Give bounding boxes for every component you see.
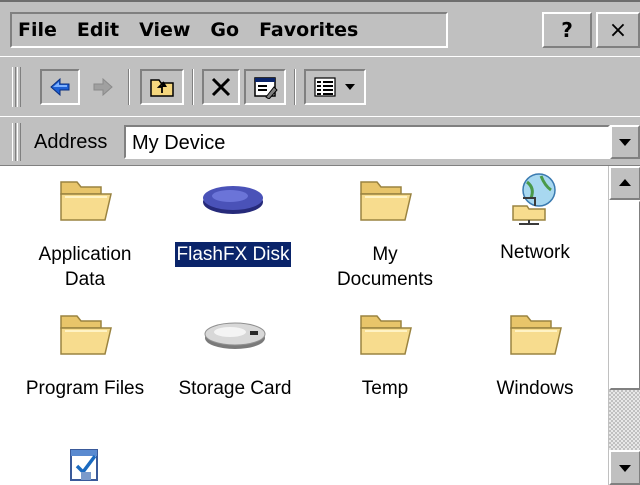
toolbar-separator <box>192 69 194 105</box>
file-list: Application Data FlashFX Disk My Documen… <box>0 166 608 485</box>
control-panel-icon <box>70 449 98 481</box>
toolbar-separator <box>128 69 130 105</box>
file-explorer-window: File Edit View Go Favorites ? × Address … <box>0 0 640 485</box>
properties-button[interactable] <box>244 69 286 105</box>
list-item-network[interactable]: Network <box>460 168 608 265</box>
list-item-temp[interactable]: Temp <box>310 306 460 401</box>
scroll-down-button[interactable] <box>609 450 640 485</box>
address-label: Address <box>34 131 108 153</box>
chevron-up-icon <box>619 179 631 186</box>
address-bar: Address My Device <box>0 116 640 166</box>
menu-strip: File Edit View Go Favorites <box>10 12 448 48</box>
menu-edit[interactable]: Edit <box>67 15 129 45</box>
menu-bar: File Edit View Go Favorites ? × <box>0 0 640 56</box>
up-folder-button[interactable] <box>140 69 184 105</box>
folder-icon <box>60 315 112 355</box>
storage-card-icon <box>204 322 266 349</box>
item-label: Temp <box>361 378 409 399</box>
item-label: FlashFX Disk <box>173 241 293 268</box>
address-value[interactable]: My Device <box>132 130 225 156</box>
toolbar-separator <box>294 69 296 105</box>
address-dropdown-button[interactable] <box>610 125 640 159</box>
close-button[interactable]: × <box>596 12 640 48</box>
help-label: ? <box>561 18 573 42</box>
chevron-down-icon <box>619 139 631 146</box>
delete-button[interactable] <box>202 69 240 105</box>
item-label: My <box>372 244 398 265</box>
list-item-windows[interactable]: Windows <box>460 306 608 401</box>
forward-arrow-icon <box>93 77 113 97</box>
address-grip[interactable] <box>12 123 16 161</box>
back-button[interactable] <box>40 69 80 105</box>
folder-icon <box>360 315 412 355</box>
toolbar-grip[interactable] <box>12 67 16 107</box>
flash-disk-icon <box>203 186 263 214</box>
forward-button[interactable] <box>84 69 122 105</box>
folder-icon <box>60 181 112 221</box>
menu-view[interactable]: View <box>129 15 200 45</box>
address-grip-2[interactable] <box>17 123 21 161</box>
delete-icon <box>211 77 231 97</box>
menu-file[interactable]: File <box>12 15 67 45</box>
address-field[interactable]: My Device <box>124 125 610 159</box>
list-item-program-files[interactable]: Program Files <box>10 306 160 401</box>
list-item-my-documents[interactable]: My Documents <box>310 172 460 292</box>
item-label: Network <box>500 242 570 263</box>
folder-icon <box>510 315 562 355</box>
chevron-down-icon <box>345 84 355 90</box>
list-item-application-data[interactable]: Application Data <box>10 172 160 292</box>
list-item-control-panel[interactable] <box>10 442 160 485</box>
close-icon: × <box>608 17 628 43</box>
scroll-thumb[interactable] <box>609 200 640 390</box>
list-item-flashfx-disk[interactable]: FlashFX Disk <box>158 172 308 268</box>
toolbar <box>0 56 640 116</box>
chevron-down-icon <box>619 464 631 472</box>
views-icon <box>314 77 336 97</box>
vertical-scrollbar[interactable] <box>608 166 640 485</box>
item-label: Storage Card <box>178 378 292 399</box>
item-label: Program Files <box>25 378 145 399</box>
back-arrow-icon <box>50 77 70 97</box>
help-button[interactable]: ? <box>542 12 592 48</box>
item-label: Windows <box>496 378 574 399</box>
network-icon <box>512 173 556 225</box>
toolbar-grip-2[interactable] <box>17 67 21 107</box>
item-label: Application <box>38 244 132 265</box>
item-label-line-2: Data <box>64 269 106 290</box>
menu-favorites[interactable]: Favorites <box>249 15 368 45</box>
list-item-storage-card[interactable]: Storage Card <box>160 306 310 401</box>
up-folder-icon <box>150 79 174 97</box>
item-label-line-2: Documents <box>336 269 434 290</box>
scroll-up-button[interactable] <box>609 166 640 200</box>
folder-icon <box>360 181 412 221</box>
views-button[interactable] <box>304 69 366 105</box>
menu-go[interactable]: Go <box>200 15 249 45</box>
properties-icon <box>254 77 278 99</box>
